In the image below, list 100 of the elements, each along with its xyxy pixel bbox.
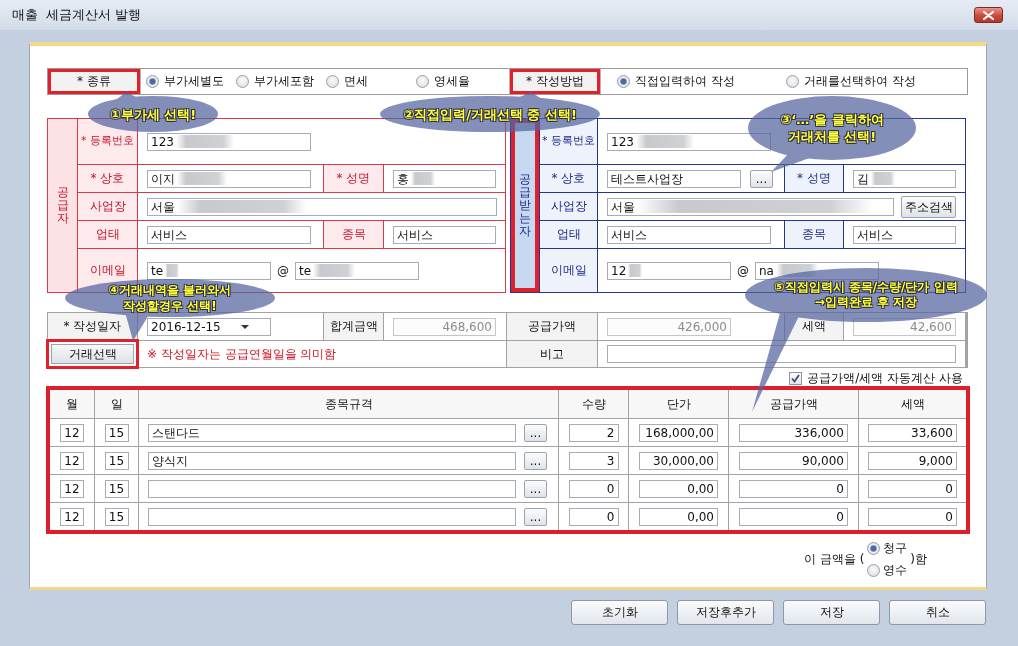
day-field[interactable]: 15 <box>104 479 129 498</box>
quantity-field[interactable]: 3 <box>568 451 619 470</box>
unit-price-field[interactable]: 0,00 <box>639 479 718 498</box>
month-field[interactable]: 12 <box>60 507 84 526</box>
radio-label[interactable]: 면세 <box>344 73 368 90</box>
radio-label[interactable]: 영세율 <box>434 73 470 90</box>
field-label: 비고 <box>507 341 597 367</box>
month-field[interactable]: 12 <box>60 479 84 498</box>
dialog-button[interactable]: 취소 <box>889 600 986 625</box>
callout-text: ⑤직접입력시 종목/수량/단가 입력 →입력완료 후 저장 <box>774 280 958 310</box>
tax-amount-field[interactable]: 0 <box>868 479 957 498</box>
radio-label[interactable]: 거래를선택하여 작성 <box>804 73 916 90</box>
column-header: 종목규격 <box>139 390 558 418</box>
unit-price-field[interactable]: 168,000,00 <box>639 423 718 442</box>
representative-name-field[interactable]: 홍 <box>393 169 496 188</box>
amount-prefix-text: 이 금액을 ( <box>804 550 865 568</box>
quantity-field[interactable]: 0 <box>568 479 619 498</box>
section-title: 공급자 <box>56 185 69 226</box>
radio-label[interactable]: 청구 <box>883 539 908 557</box>
field-label: 업태 <box>78 221 137 248</box>
checkbox[interactable] <box>789 371 803 385</box>
company-name-field[interactable]: 테스트사업장 <box>607 169 741 188</box>
dialog-button[interactable]: 저장후추가 <box>677 600 774 625</box>
column-header: 세액 <box>859 390 966 418</box>
lookup-button[interactable]: ... <box>750 169 773 188</box>
date-dropdown[interactable]: 2016-12-15 <box>147 317 271 336</box>
field-label: * 성명 <box>324 165 383 192</box>
business-item-field[interactable]: 서비스 <box>853 225 956 244</box>
supply-amount-field[interactable]: 0 <box>739 507 848 526</box>
supply-amount-field[interactable]: 336,000 <box>739 423 848 442</box>
dialog-button[interactable]: 저장 <box>783 600 880 625</box>
field-label: 업태 <box>540 221 597 248</box>
field-label: 공급가액 <box>507 313 597 340</box>
email-field[interactable]: te <box>147 261 271 280</box>
radio-button[interactable] <box>326 75 339 88</box>
checkbox-label[interactable]: 공급가액/세액 자동계산 사용 <box>807 369 963 387</box>
registration-number-field[interactable]: 123 <box>147 132 311 151</box>
radio-button[interactable] <box>617 75 630 88</box>
business-item-field[interactable]: 서비스 <box>393 225 496 244</box>
month-field[interactable]: 12 <box>60 451 84 470</box>
email-domain-field[interactable]: te <box>295 261 419 280</box>
radio-button[interactable] <box>236 75 249 88</box>
radio-button[interactable] <box>146 75 159 88</box>
company-name-field[interactable]: 이지 <box>147 169 311 188</box>
supply-amount-field[interactable]: 0 <box>739 479 848 498</box>
item-name-field[interactable] <box>148 479 516 498</box>
lookup-button[interactable]: ... <box>524 479 547 498</box>
day-field[interactable]: 15 <box>104 423 129 442</box>
radio-button[interactable] <box>867 563 881 577</box>
address-field[interactable]: 서울 <box>147 197 497 216</box>
field-label: 이메일 <box>540 249 597 292</box>
quantity-field[interactable]: 2 <box>568 423 619 442</box>
field-label: * 상호 <box>78 165 137 192</box>
radio-button[interactable] <box>786 75 799 88</box>
memo-field[interactable] <box>607 345 956 363</box>
quantity-field[interactable]: 0 <box>568 507 619 526</box>
lookup-button[interactable]: ... <box>524 507 547 526</box>
check-icon <box>791 373 801 383</box>
unit-price-field[interactable]: 0,00 <box>639 507 718 526</box>
note-text: ※ 작성일자는 공급연월일을 의미함 <box>147 345 337 363</box>
tax-amount-field[interactable]: 33,600 <box>868 423 957 442</box>
select-transaction-button[interactable]: 거래선택 <box>46 339 139 369</box>
address-search-button[interactable]: 주소검색 <box>901 195 956 218</box>
dialog-button[interactable]: 초기화 <box>571 600 668 625</box>
business-type-field[interactable]: 서비스 <box>147 225 311 244</box>
field-label: * 상호 <box>540 165 597 192</box>
item-name-field[interactable]: 양식지 <box>148 451 516 470</box>
lookup-button[interactable]: ... <box>524 423 547 442</box>
caret-icon <box>241 324 249 329</box>
amount-suffix-text: )함 <box>910 550 927 568</box>
field-label: 종목 <box>324 221 383 248</box>
column-header: 일 <box>95 390 138 418</box>
lookup-button[interactable]: ... <box>524 451 547 470</box>
radio-label[interactable]: 영수 <box>883 561 908 579</box>
day-field[interactable]: 15 <box>104 507 129 526</box>
business-type-field[interactable]: 서비스 <box>607 225 771 244</box>
radio-button[interactable] <box>416 75 429 88</box>
radio-button[interactable] <box>867 541 881 555</box>
close-button[interactable] <box>974 7 1003 23</box>
address-field[interactable]: 서울 <box>607 197 894 216</box>
registration-number-field[interactable]: 123 <box>607 132 771 151</box>
unit-price-field[interactable]: 30,000,00 <box>639 451 718 470</box>
field-label: * 작성방법 <box>509 69 601 94</box>
supply-amount-field[interactable]: 90,000 <box>739 451 848 470</box>
field-label: 종목 <box>785 221 843 248</box>
tax-amount-field[interactable]: 0 <box>868 507 957 526</box>
item-name-field[interactable]: 스탠다드 <box>148 423 516 442</box>
tax-amount-field[interactable]: 9,000 <box>868 451 957 470</box>
representative-name-field[interactable]: 김 <box>853 169 956 188</box>
email-field[interactable]: 12 <box>607 261 731 280</box>
column-header: 수량 <box>559 390 628 418</box>
radio-label[interactable]: 부가세포함 <box>254 73 314 90</box>
radio-label[interactable]: 직접입력하여 작성 <box>635 73 735 90</box>
day-field[interactable]: 15 <box>104 451 129 470</box>
section-title: 공급받는자 <box>519 172 531 239</box>
month-field[interactable]: 12 <box>60 423 84 442</box>
item-name-field[interactable] <box>148 507 516 526</box>
field-label: * 종류 <box>48 69 141 94</box>
radio-label[interactable]: 부가세별도 <box>164 73 224 90</box>
field-label: 합계금액 <box>324 313 383 340</box>
